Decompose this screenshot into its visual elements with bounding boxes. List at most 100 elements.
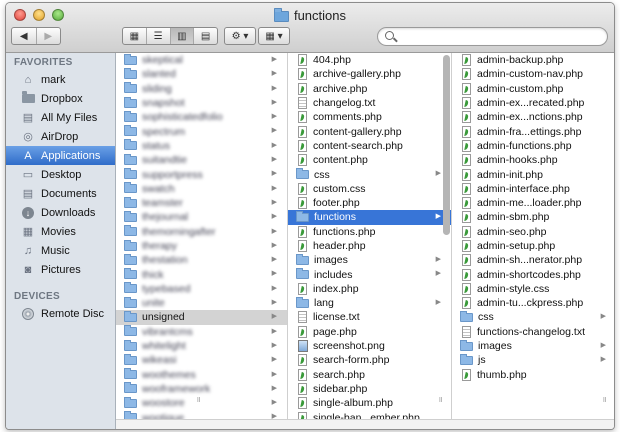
file-row[interactable]: admin-init.php — [452, 167, 614, 181]
folder-row[interactable]: snapshot ▶ — [116, 96, 287, 110]
file-row[interactable]: admin-sh...nerator.php — [452, 253, 614, 267]
arrange-menu-button[interactable]: ▦ ▾ — [258, 27, 290, 45]
file-row[interactable]: license.txt — [288, 310, 451, 324]
file-row[interactable]: admin-seo.php — [452, 225, 614, 239]
file-row[interactable]: custom.css — [288, 182, 451, 196]
forward-button[interactable]: ▶ — [37, 28, 61, 44]
sidebar-item-downloads[interactable]: ↓ Downloads — [6, 203, 115, 222]
sidebar-item-dropbox[interactable]: Dropbox — [6, 89, 115, 108]
file-row[interactable]: admin-me...loader.php — [452, 196, 614, 210]
folder-row[interactable]: thick ▶ — [116, 267, 287, 281]
sidebar-item-music[interactable]: ♫ Music — [6, 241, 115, 260]
horizontal-scrollbar[interactable] — [116, 419, 614, 429]
file-row[interactable]: single-album.php — [288, 396, 451, 410]
folder-row[interactable]: woostore ▶ — [116, 396, 287, 410]
file-row[interactable]: screenshot.png — [288, 339, 451, 353]
column-resize-handle[interactable]: ॥ — [602, 394, 607, 405]
folder-row[interactable]: vibrantcms ▶ — [116, 325, 287, 339]
action-menu-button[interactable]: ⚙ ▾ — [224, 27, 256, 45]
cover-flow-button[interactable]: ▤ — [194, 28, 217, 44]
file-row[interactable]: admin-tu...ckpress.php — [452, 296, 614, 310]
folder-row[interactable]: spectrum ▶ — [116, 124, 287, 138]
folder-row[interactable]: supportpress ▶ — [116, 167, 287, 181]
folder-row[interactable]: css ▶ — [288, 167, 451, 181]
file-row[interactable]: admin-hooks.php — [452, 153, 614, 167]
file-row[interactable]: functions-changelog.txt — [452, 325, 614, 339]
folder-row[interactable]: includes ▶ — [288, 267, 451, 281]
folder-row[interactable]: wooframework ▶ — [116, 382, 287, 396]
sidebar-item-pictures[interactable]: ◙ Pictures — [6, 260, 115, 279]
file-row[interactable]: thumb.php — [452, 368, 614, 382]
sidebar-item-mark[interactable]: ⌂ mark — [6, 70, 115, 89]
file-row[interactable]: admin-setup.php — [452, 239, 614, 253]
file-row[interactable]: admin-custom-nav.php — [452, 67, 614, 81]
list-view-button[interactable]: ☰ — [147, 28, 171, 44]
file-row[interactable]: comments.php — [288, 110, 451, 124]
folder-row[interactable]: css ▶ — [452, 310, 614, 324]
file-row[interactable]: admin-functions.php — [452, 139, 614, 153]
folder-row[interactable]: images ▶ — [288, 253, 451, 267]
folder-row[interactable]: woothemes ▶ — [116, 368, 287, 382]
file-row[interactable]: page.php — [288, 325, 451, 339]
back-button[interactable]: ◀ — [12, 28, 37, 44]
folder-row[interactable]: functions ▶ — [288, 210, 451, 225]
folder-row[interactable]: whitelight ▶ — [116, 339, 287, 353]
file-row[interactable]: admin-backup.php — [452, 53, 614, 67]
file-row[interactable]: functions.php — [288, 225, 451, 239]
folder-row[interactable]: swatch ▶ — [116, 182, 287, 196]
file-row[interactable]: admin-interface.php — [452, 182, 614, 196]
file-row[interactable]: admin-shortcodes.php — [452, 267, 614, 281]
file-row[interactable]: content-gallery.php — [288, 124, 451, 138]
file-row[interactable]: single-ban...ember.php — [288, 410, 451, 419]
folder-row[interactable]: themorningafter ▶ — [116, 225, 287, 239]
folder-row[interactable]: wootique ▶ — [116, 410, 287, 419]
column-resize-handle[interactable]: ॥ — [438, 394, 443, 405]
file-row[interactable]: admin-style.css — [452, 282, 614, 296]
folder-row[interactable]: unsigned ▶ — [116, 310, 287, 325]
column-view-button[interactable]: ▥ — [170, 28, 195, 44]
folder-row[interactable]: thejournal ▶ — [116, 210, 287, 224]
folder-row[interactable]: sophisticatedfolio ▶ — [116, 110, 287, 124]
folder-row[interactable]: sliding ▶ — [116, 82, 287, 96]
file-row[interactable]: admin-custom.php — [452, 82, 614, 96]
search-field[interactable] — [377, 27, 608, 46]
file-row[interactable]: sidebar.php — [288, 382, 451, 396]
file-row[interactable]: admin-ex...nctions.php — [452, 110, 614, 124]
folder-row[interactable]: images ▶ — [452, 339, 614, 353]
file-row[interactable]: archive.php — [288, 82, 451, 96]
folder-row[interactable]: thestation ▶ — [116, 253, 287, 267]
file-row[interactable]: footer.php — [288, 196, 451, 210]
file-row[interactable]: search.php — [288, 368, 451, 382]
file-row[interactable]: search-form.php — [288, 353, 451, 367]
column-scrollbar[interactable] — [443, 55, 450, 235]
sidebar-item-airdrop[interactable]: ◎ AirDrop — [6, 127, 115, 146]
folder-row[interactable]: wikeasi ▶ — [116, 353, 287, 367]
folder-row[interactable]: therapy ▶ — [116, 239, 287, 253]
file-row[interactable]: header.php — [288, 239, 451, 253]
sidebar-item-applications[interactable]: A Applications — [6, 146, 115, 165]
file-row[interactable]: changelog.txt — [288, 96, 451, 110]
file-row[interactable]: admin-ex...recated.php — [452, 96, 614, 110]
folder-row[interactable]: teamster ▶ — [116, 196, 287, 210]
folder-row[interactable]: unite ▶ — [116, 296, 287, 310]
folder-row[interactable]: skeptical ▶ — [116, 53, 287, 67]
sidebar-item-desktop[interactable]: ▭ Desktop — [6, 165, 115, 184]
file-row[interactable]: archive-gallery.php — [288, 67, 451, 81]
folder-row[interactable]: lang ▶ — [288, 296, 451, 310]
folder-row[interactable]: status ▶ — [116, 139, 287, 153]
icon-view-button[interactable]: ▦ — [123, 28, 147, 44]
file-row[interactable]: content.php — [288, 153, 451, 167]
folder-row[interactable]: typebased ▶ — [116, 282, 287, 296]
sidebar-item-movies[interactable]: ▦ Movies — [6, 222, 115, 241]
file-row[interactable]: content-search.php — [288, 139, 451, 153]
folder-row[interactable]: suitandtie ▶ — [116, 153, 287, 167]
column-resize-handle[interactable]: ॥ — [196, 394, 201, 405]
file-row[interactable]: 404.php — [288, 53, 451, 67]
file-row[interactable]: admin-fra...ettings.php — [452, 124, 614, 138]
sidebar-item-documents[interactable]: ▤ Documents — [6, 184, 115, 203]
file-row[interactable]: index.php — [288, 282, 451, 296]
file-row[interactable]: admin-sbm.php — [452, 210, 614, 224]
folder-row[interactable]: slanted ▶ — [116, 67, 287, 81]
folder-row[interactable]: js ▶ — [452, 353, 614, 367]
sidebar-item-remote-disc[interactable]: Remote Disc — [6, 304, 115, 323]
